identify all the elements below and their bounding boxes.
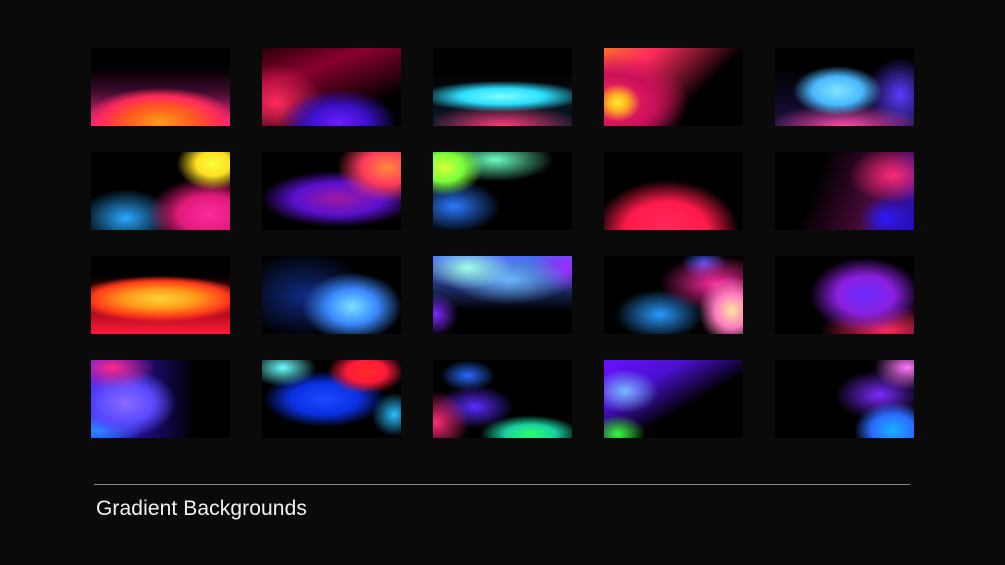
page-title: Gradient Backgrounds xyxy=(96,497,307,520)
gradient-swatch-16[interactable] xyxy=(91,360,230,438)
gradient-swatch-4[interactable] xyxy=(604,48,743,126)
gradient-swatch-2[interactable] xyxy=(262,48,401,126)
gradient-swatch-19[interactable] xyxy=(604,360,743,438)
gradient-swatch-15[interactable] xyxy=(775,256,914,334)
gradient-swatch-12[interactable] xyxy=(262,256,401,334)
gradient-swatch-10[interactable] xyxy=(775,152,914,230)
gradient-swatch-14[interactable] xyxy=(604,256,743,334)
gradient-swatch-9[interactable] xyxy=(604,152,743,230)
divider-line xyxy=(94,484,910,485)
gradient-swatch-13[interactable] xyxy=(433,256,572,334)
gradient-swatch-6[interactable] xyxy=(91,152,230,230)
gradient-swatch-8[interactable] xyxy=(433,152,572,230)
gradient-grid xyxy=(91,48,914,438)
gradient-swatch-1[interactable] xyxy=(91,48,230,126)
gradient-swatch-20[interactable] xyxy=(775,360,914,438)
gradient-swatch-5[interactable] xyxy=(775,48,914,126)
gradient-swatch-7[interactable] xyxy=(262,152,401,230)
gradient-swatch-17[interactable] xyxy=(262,360,401,438)
gradient-swatch-3[interactable] xyxy=(433,48,572,126)
gradient-swatch-18[interactable] xyxy=(433,360,572,438)
gradient-swatch-11[interactable] xyxy=(91,256,230,334)
